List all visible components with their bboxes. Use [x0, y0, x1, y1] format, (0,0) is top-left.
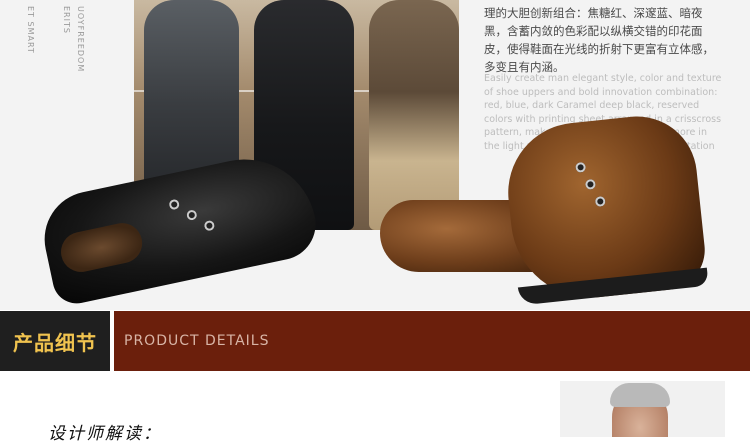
section-title-english: PRODUCT DETAILS	[124, 333, 270, 349]
designer-hair	[610, 383, 670, 407]
lace-eyelet	[185, 209, 198, 222]
model-right	[369, 0, 459, 230]
designer-portrait	[560, 381, 725, 437]
designer-section: 设计师解读：	[0, 371, 750, 444]
shoe-sole	[517, 267, 709, 306]
lace-eyelet	[594, 195, 606, 207]
designer-label: 设计师解读：	[48, 424, 162, 444]
description-chinese: 理的大胆创新组合：焦糖红、深邃蓝、暗夜黑，含蓄内敛的色彩配以纵横交错的印花面皮，…	[484, 6, 714, 74]
hero-banner: ET SMART ERITS UOYFREEDOM 理的大胆创新组合：焦糖红、深…	[0, 0, 750, 310]
section-header-bar: 产品细节 PRODUCT DETAILS	[0, 311, 750, 371]
fur-lining	[57, 219, 146, 276]
section-title-box: 产品细节	[0, 311, 110, 371]
lace-eyelet	[168, 198, 181, 211]
lace-eyelet	[203, 219, 216, 232]
vertical-text-3: UOYFREEDOM	[76, 6, 85, 73]
vertical-text-2: ERITS	[62, 6, 71, 34]
lace-eyelet	[584, 178, 596, 190]
lace-eyelet	[575, 161, 587, 173]
vertical-text-1: ET SMART	[26, 6, 35, 54]
section-title-chinese: 产品细节	[13, 330, 97, 355]
brown-high-shoe-image	[501, 110, 709, 306]
section-subtitle-box: PRODUCT DETAILS	[114, 311, 750, 371]
